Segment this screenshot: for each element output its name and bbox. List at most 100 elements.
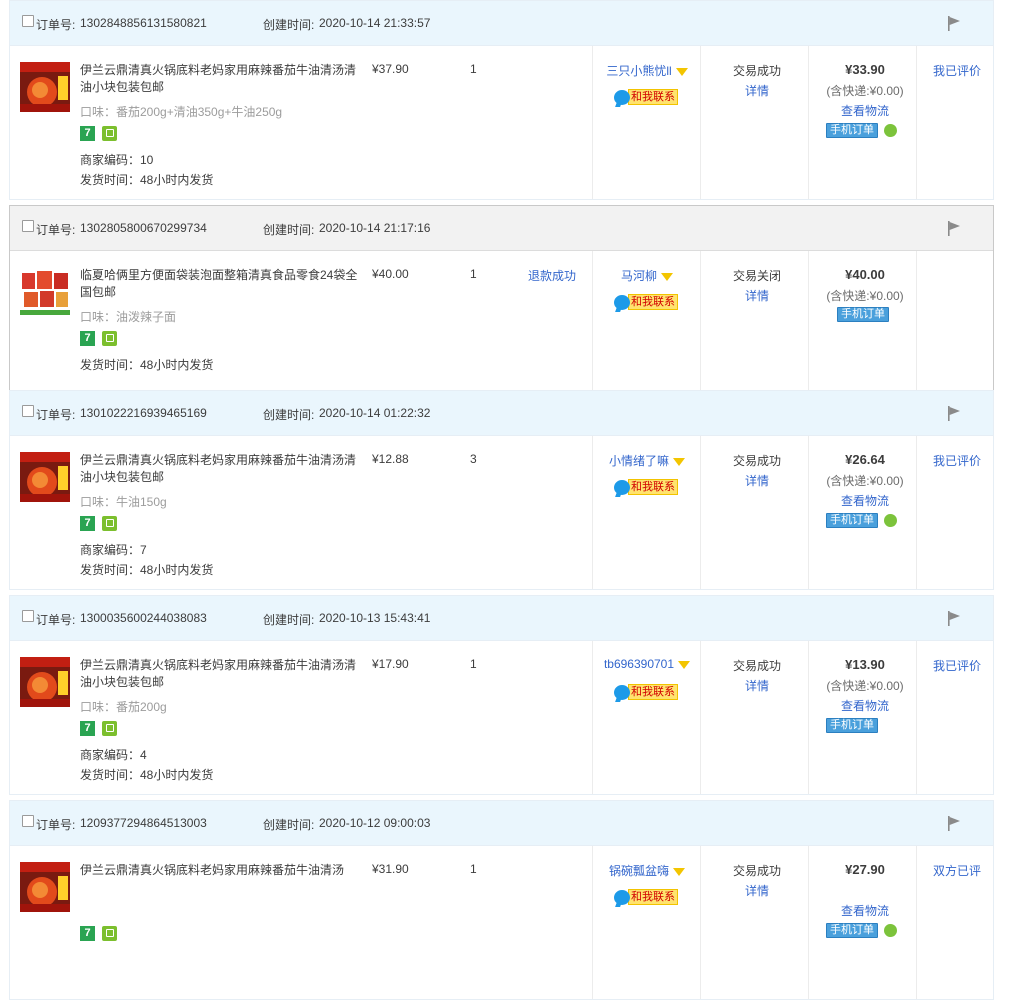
unit-price: ¥37.90	[372, 62, 409, 76]
order-id-label: 订单号:	[36, 223, 76, 237]
mobile-order-label: 手机订单	[826, 923, 878, 939]
seller-name[interactable]: 小情绪了嘛	[609, 454, 669, 468]
product-thumbnail[interactable]	[20, 267, 70, 317]
mobile-order-badge: 手机订单	[826, 513, 897, 529]
order-card: 订单号: 1301022216939465169 创建时间: 2020-10-1…	[9, 390, 994, 590]
mobile-order-label: 手机订单	[826, 123, 878, 139]
order-body: 伊兰云鼎清真火锅底料老妈家用麻辣番茄牛油清汤清油小块包装包邮 口味：番茄200g…	[10, 46, 993, 199]
view-logistics-link[interactable]: 查看物流	[811, 902, 919, 919]
view-logistics-link[interactable]: 查看物流	[811, 697, 919, 714]
shipping-fee: (含快递:¥0.00)	[826, 679, 904, 693]
order-id-label: 订单号:	[36, 818, 76, 832]
seven-day-return-icon[interactable]: 7	[80, 516, 95, 531]
filter-icon[interactable]	[673, 457, 685, 466]
review-status-link[interactable]: 我已评价	[919, 657, 995, 674]
order-card: 订单号: 1302848856131580821 创建时间: 2020-10-1…	[9, 0, 994, 200]
review-status-link[interactable]: 双方已评	[919, 862, 995, 879]
seller-name[interactable]: 锅碗瓢盆嗨	[609, 864, 669, 878]
mobile-order-badge: 手机订单	[826, 123, 897, 139]
detail-link[interactable]: 详情	[703, 287, 811, 304]
shipping-fee: (含快递:¥0.00)	[826, 84, 904, 98]
view-logistics-link[interactable]: 查看物流	[811, 492, 919, 509]
product-title[interactable]: 伊兰云鼎清真火锅底料老妈家用麻辣番茄牛油清汤清油小块包装包邮	[80, 657, 362, 691]
flag-icon[interactable]	[947, 15, 961, 31]
order-total: ¥13.90	[845, 657, 885, 672]
order-checkbox[interactable]	[22, 610, 34, 622]
seller-cell: 小情绪了嘛	[593, 452, 701, 469]
refund-status-link[interactable]: 退款成功	[528, 267, 576, 284]
order-body: 伊兰云鼎清真火锅底料老妈家用麻辣番茄牛油清汤 7 ¥31.90 1 锅碗瓢盆嗨 …	[10, 846, 993, 999]
product-thumbnail[interactable]	[20, 862, 70, 912]
order-header: 订单号: 1300035600244038083 创建时间: 2020-10-1…	[10, 596, 993, 641]
detail-link[interactable]: 详情	[703, 82, 811, 99]
product-title[interactable]: 伊兰云鼎清真火锅底料老妈家用麻辣番茄牛油清汤清油小块包装包邮	[80, 452, 362, 486]
seven-day-return-icon[interactable]: 7	[80, 331, 95, 346]
service-badges: 7	[80, 721, 117, 737]
seven-day-return-icon[interactable]: 7	[80, 126, 95, 141]
certified-icon[interactable]	[102, 331, 117, 346]
certified-icon[interactable]	[102, 721, 117, 736]
detail-link[interactable]: 详情	[703, 677, 811, 694]
order-total: ¥33.90	[845, 62, 885, 77]
created-time: 2020-10-13 15:43:41	[319, 611, 431, 625]
certified-icon[interactable]	[102, 516, 117, 531]
seller-name[interactable]: 三只小熊忧ll	[606, 64, 671, 78]
certified-icon[interactable]	[102, 926, 117, 941]
service-badges: 7	[80, 126, 117, 142]
globe-icon	[884, 514, 897, 528]
order-card: 订单号: 1300035600244038083 创建时间: 2020-10-1…	[9, 595, 994, 795]
unit-price: ¥12.88	[372, 452, 409, 466]
created-time-label: 创建时间:	[263, 818, 315, 832]
chat-bubble-icon	[614, 89, 630, 105]
order-header: 订单号: 1302805800670299734 创建时间: 2020-10-1…	[10, 206, 993, 251]
order-checkbox[interactable]	[22, 405, 34, 417]
order-body: 伊兰云鼎清真火锅底料老妈家用麻辣番茄牛油清汤清油小块包装包邮 口味：牛油150g…	[10, 436, 993, 589]
product-thumbnail[interactable]	[20, 452, 70, 502]
order-id-label: 订单号:	[36, 613, 76, 627]
product-title[interactable]: 伊兰云鼎清真火锅底料老妈家用麻辣番茄牛油清汤清油小块包装包邮	[80, 62, 362, 96]
chat-bubble-icon	[614, 294, 630, 310]
created-time: 2020-10-14 21:33:57	[319, 16, 431, 30]
detail-link[interactable]: 详情	[703, 882, 811, 899]
contact-label: 和我联系	[628, 889, 678, 905]
contact-seller-button[interactable]: 和我联系	[614, 89, 678, 105]
product-thumbnail[interactable]	[20, 657, 70, 707]
filter-icon[interactable]	[675, 67, 688, 76]
seven-day-return-icon[interactable]: 7	[80, 721, 95, 736]
product-thumbnail[interactable]	[20, 62, 70, 112]
flag-icon[interactable]	[947, 405, 961, 421]
quantity: 1	[470, 267, 477, 281]
detail-link[interactable]: 详情	[703, 472, 811, 489]
contact-seller-button[interactable]: 和我联系	[614, 294, 678, 310]
order-checkbox[interactable]	[22, 15, 34, 27]
seller-name[interactable]: tb696390701	[604, 657, 674, 671]
order-status: 交易成功	[732, 864, 781, 878]
certified-icon[interactable]	[102, 126, 117, 141]
flag-icon[interactable]	[947, 815, 961, 831]
filter-icon[interactable]	[678, 660, 691, 669]
order-header: 订单号: 1301022216939465169 创建时间: 2020-10-1…	[10, 391, 993, 436]
globe-icon	[884, 124, 897, 138]
filter-icon[interactable]	[661, 272, 673, 281]
product-title[interactable]: 临夏哈俩里方便面袋装泡面整箱清真食品零食24袋全国包邮	[80, 267, 362, 301]
flag-icon[interactable]	[947, 610, 961, 626]
ship-time: 发货时间：48小时内发货	[80, 358, 214, 372]
created-time-label: 创建时间:	[263, 613, 315, 627]
view-logistics-link[interactable]: 查看物流	[811, 102, 919, 119]
review-status-link[interactable]: 我已评价	[919, 62, 995, 79]
mobile-order-label: 手机订单	[826, 718, 878, 734]
order-checkbox[interactable]	[22, 220, 34, 232]
quantity: 1	[470, 62, 477, 76]
seller-name[interactable]: 马河柳	[621, 269, 657, 283]
contact-seller-button[interactable]: 和我联系	[614, 889, 678, 905]
review-status-link[interactable]: 我已评价	[919, 452, 995, 469]
order-status: 交易成功	[732, 659, 781, 673]
ship-time: 发货时间：48小时内发货	[80, 173, 214, 187]
contact-seller-button[interactable]: 和我联系	[614, 479, 678, 495]
product-title[interactable]: 伊兰云鼎清真火锅底料老妈家用麻辣番茄牛油清汤	[80, 862, 362, 879]
seven-day-return-icon[interactable]: 7	[80, 926, 95, 941]
contact-seller-button[interactable]: 和我联系	[614, 684, 678, 700]
quantity: 3	[470, 452, 477, 466]
flag-icon[interactable]	[947, 220, 961, 236]
order-checkbox[interactable]	[22, 815, 34, 827]
